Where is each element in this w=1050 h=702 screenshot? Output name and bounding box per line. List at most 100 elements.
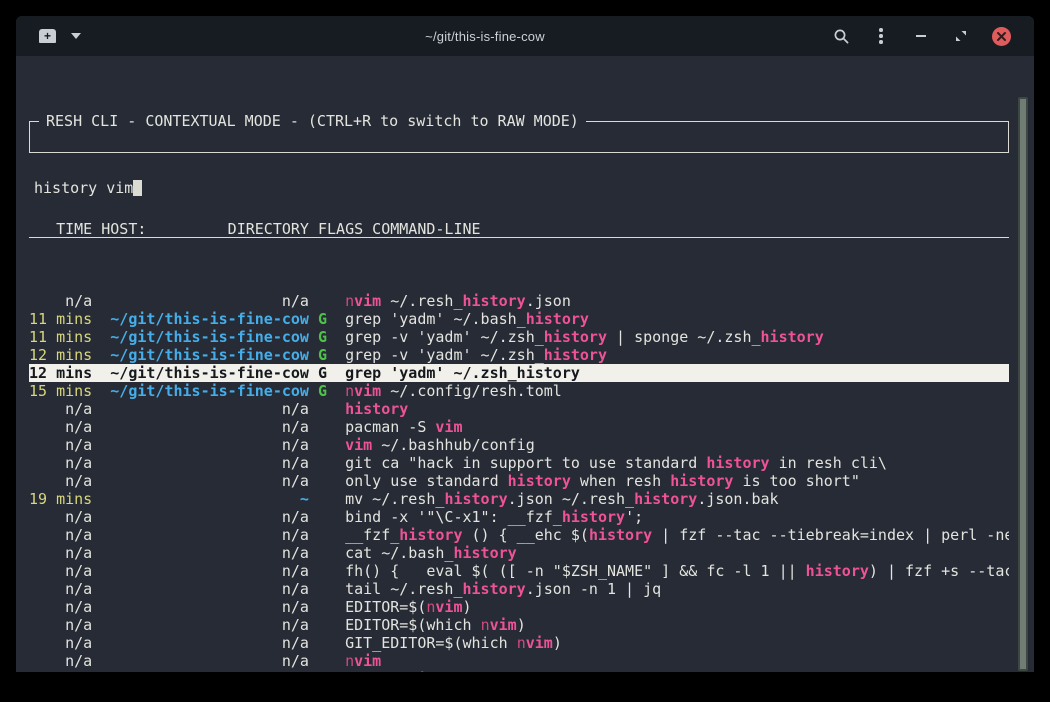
row-time: 19 mins bbox=[29, 490, 92, 508]
row-directory: ~ bbox=[92, 490, 309, 508]
row-command-segment: history bbox=[761, 328, 824, 346]
row-time: n/a bbox=[29, 400, 92, 418]
new-tab-button[interactable]: + bbox=[39, 29, 56, 43]
row-flags bbox=[309, 454, 345, 472]
row-time: n/a bbox=[29, 472, 92, 490]
row-command-segment: is too short" bbox=[733, 472, 859, 490]
row-command-segment: vim bbox=[408, 670, 435, 672]
row-command-segment: .json.bak bbox=[697, 490, 778, 508]
row-directory: n/a bbox=[92, 436, 309, 454]
row-directory: n/a bbox=[92, 526, 309, 544]
row-command-segment: ~/.resh_ bbox=[381, 292, 462, 310]
close-button[interactable] bbox=[992, 27, 1011, 46]
row-time: n/a bbox=[29, 544, 92, 562]
row-time: n/a bbox=[29, 454, 92, 472]
history-row[interactable]: n/a n/a history bbox=[29, 400, 1009, 418]
row-time: n/a bbox=[29, 670, 92, 672]
history-row[interactable]: n/a n/a vim ~/.bashhub/config bbox=[29, 436, 1009, 454]
row-command-segment: EDITOR=$( bbox=[345, 598, 426, 616]
row-flags bbox=[309, 418, 345, 436]
row-directory: n/a bbox=[92, 634, 309, 652]
row-directory: n/a bbox=[92, 652, 309, 670]
history-row[interactable]: 12 mins ~/git/this-is-fine-cow G grep 'y… bbox=[29, 364, 1009, 382]
row-time: n/a bbox=[29, 634, 92, 652]
history-row[interactable]: 19 mins ~ mv ~/.resh_history.json ~/.res… bbox=[29, 490, 1009, 508]
minimize-icon bbox=[916, 35, 926, 37]
row-command-segment: () { __ehc $( bbox=[463, 526, 589, 544]
history-row[interactable]: 11 mins ~/git/this-is-fine-cow G grep 'y… bbox=[29, 310, 1009, 328]
row-directory: n/a bbox=[92, 580, 309, 598]
row-command-segment: when resh bbox=[571, 472, 670, 490]
terminal-screen: RESH CLI - CONTEXTUAL MODE - (CTRL+R to … bbox=[16, 56, 1034, 672]
row-directory: n/a bbox=[92, 292, 309, 310]
close-icon bbox=[996, 31, 1007, 42]
history-row[interactable]: n/a n/a only use standard history when r… bbox=[29, 472, 1009, 490]
row-command-segment: pacman -S bbox=[345, 418, 435, 436]
row-command-segment: in resh cli\ bbox=[770, 454, 887, 472]
scrollbar[interactable] bbox=[1018, 97, 1028, 671]
history-row[interactable]: n/a n/a nvim bbox=[29, 652, 1009, 670]
row-flags bbox=[309, 292, 345, 310]
row-directory: ~/git/this-is-fine-cow bbox=[92, 310, 309, 328]
search-button[interactable] bbox=[832, 27, 850, 45]
history-row[interactable]: n/a n/a cat ~/.bash_history bbox=[29, 544, 1009, 562]
row-flags bbox=[309, 400, 345, 418]
search-query: history vim bbox=[34, 179, 133, 197]
history-row[interactable]: n/a n/a tail ~/.resh_history.json -n 1 |… bbox=[29, 580, 1009, 598]
row-command-segment: history bbox=[508, 472, 571, 490]
history-row[interactable]: n/a n/a git ca "hack in support to use s… bbox=[29, 454, 1009, 472]
search-input[interactable]: history vim bbox=[30, 176, 1008, 198]
row-time: n/a bbox=[29, 292, 92, 310]
row-flags: G bbox=[309, 382, 345, 400]
row-flags bbox=[309, 670, 345, 672]
row-command-segment: bind -x '"\C-x1": __fzf_ bbox=[345, 508, 562, 526]
row-command-segment: n bbox=[517, 634, 526, 652]
row-command-segment: ) bbox=[553, 634, 562, 652]
row-command-segment: history bbox=[706, 454, 769, 472]
history-row[interactable]: n/a n/a bind -x '"\C-x1": __fzf_history'… bbox=[29, 508, 1009, 526]
row-flags bbox=[309, 598, 345, 616]
row-time: 12 mins bbox=[29, 364, 92, 382]
chevron-down-icon[interactable] bbox=[71, 33, 81, 39]
history-row[interactable]: n/a n/a EDITOR=$(nvim) bbox=[29, 598, 1009, 616]
history-row[interactable]: 12 mins ~/git/this-is-fine-cow G grep -v… bbox=[29, 346, 1009, 364]
row-time: 12 mins bbox=[29, 346, 92, 364]
history-row[interactable]: 11 mins ~/git/this-is-fine-cow G grep -v… bbox=[29, 328, 1009, 346]
history-row[interactable]: n/a n/a pacman -S vim bbox=[29, 418, 1009, 436]
row-command-segment: tail ~/.resh_ bbox=[345, 580, 462, 598]
history-row[interactable]: 15 mins ~/git/this-is-fine-cow G nvim ~/… bbox=[29, 382, 1009, 400]
row-flags bbox=[309, 580, 345, 598]
row-time: 15 mins bbox=[29, 382, 92, 400]
history-row[interactable]: n/a n/a __fzf_history () { __ehc $(histo… bbox=[29, 526, 1009, 544]
row-command-segment: mv ~/.resh_ bbox=[345, 490, 444, 508]
titlebar-left: + bbox=[16, 29, 176, 43]
row-command-segment: vim bbox=[435, 598, 462, 616]
row-flags bbox=[309, 490, 345, 508]
row-flags bbox=[309, 544, 345, 562]
row-command-segment: history bbox=[526, 310, 589, 328]
row-directory: n/a bbox=[92, 670, 309, 672]
row-flags bbox=[309, 562, 345, 580]
row-command-segment: | sponge ~/.zsh_ bbox=[607, 328, 761, 346]
history-row[interactable]: n/a n/a EDITOR=$(which nvim) bbox=[29, 616, 1009, 634]
row-time: n/a bbox=[29, 436, 92, 454]
history-row[interactable]: n/a n/a nvim ~/.resh_history.json bbox=[29, 292, 1009, 310]
row-command-segment: ) bbox=[517, 616, 526, 634]
row-flags bbox=[309, 652, 345, 670]
resh-cli: RESH CLI - CONTEXTUAL MODE - (CTRL+R to … bbox=[29, 56, 1010, 672]
row-directory: ~/git/this-is-fine-cow bbox=[92, 328, 309, 346]
row-command-segment: history bbox=[634, 490, 697, 508]
menu-button[interactable] bbox=[872, 27, 890, 45]
history-row[interactable]: n/a n/a fh() { eval $( ([ -n "$ZSH_NAME"… bbox=[29, 562, 1009, 580]
row-time: n/a bbox=[29, 562, 92, 580]
row-command-segment: history bbox=[345, 400, 408, 418]
search-box-title: RESH CLI - CONTEXTUAL MODE - (CTRL+R to … bbox=[39, 112, 586, 130]
row-directory: n/a bbox=[92, 400, 309, 418]
history-row[interactable]: n/a n/a which nvim bbox=[29, 670, 1009, 672]
history-row[interactable]: n/a n/a GIT_EDITOR=$(which nvim) bbox=[29, 634, 1009, 652]
row-command-segment: fh() { eval $( ([ -n "$ZSH_NAME" ] && fc… bbox=[345, 562, 806, 580]
restore-button[interactable] bbox=[952, 27, 970, 45]
minimize-button[interactable] bbox=[912, 27, 930, 45]
row-command-segment: history bbox=[544, 346, 607, 364]
row-command-segment: vim bbox=[526, 634, 553, 652]
